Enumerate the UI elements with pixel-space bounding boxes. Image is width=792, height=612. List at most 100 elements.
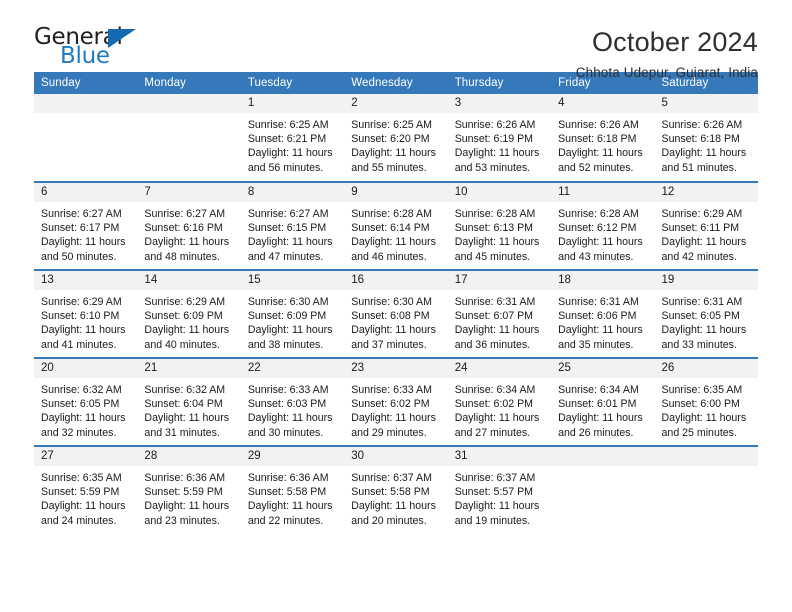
day-details: Sunrise: 6:26 AM Sunset: 6:19 PM Daylight:…	[448, 113, 551, 175]
sunset-text: Sunset: 6:16 PM	[144, 222, 223, 235]
sunset-text: Sunset: 6:19 PM	[454, 133, 534, 146]
calendar-week-row: 27 Sunrise: 6:35 AM Sunset: 5:59 PM Dayligh…	[34, 445, 758, 534]
sunrise-text: Sunrise: 6:28 AM	[558, 208, 639, 220]
sunset-text: Sunset: 6:04 PM	[144, 398, 223, 411]
daylight-text: Daylight: 11 hours and 29 minutes.	[351, 412, 436, 439]
day-details: Sunrise: 6:27 AM Sunset: 6:17 PM Daylight:…	[34, 202, 137, 264]
day-number: 2	[344, 94, 448, 113]
day-details: Sunrise: 6:34 AM Sunset: 6:01 PM Daylight:…	[551, 378, 654, 440]
day-details: Sunrise: 6:37 AM Sunset: 5:57 PM Daylight:…	[448, 466, 551, 528]
calendar-day-cell[interactable]: 13 Sunrise: 6:29 AM Sunset: 6:10 PM Dayligh…	[34, 269, 138, 358]
day-details: Sunrise: 6:31 AM Sunset: 6:06 PM Daylight:…	[551, 290, 654, 352]
day-details: Sunrise: 6:32 AM Sunset: 6:05 PM Daylight:…	[34, 378, 137, 440]
daylight-text: Daylight: 11 hours and 51 minutes.	[661, 147, 747, 174]
logo-text-blue: Blue	[60, 43, 110, 69]
calendar-day-cell[interactable]: 26 Sunrise: 6:35 AM Sunset: 6:00 PM Dayligh…	[654, 357, 758, 446]
day-number: 4	[551, 94, 655, 113]
day-number: 27	[34, 447, 138, 466]
calendar-day-cell[interactable]: 2 Sunrise: 6:25 AM Sunset: 6:20 PM Daylight…	[344, 94, 448, 182]
daylight-text: Daylight: 11 hours and 46 minutes.	[351, 236, 436, 263]
calendar-day-cell[interactable]: 24 Sunrise: 6:34 AM Sunset: 6:02 PM Dayligh…	[447, 357, 552, 446]
calendar-day-cell[interactable]: 7 Sunrise: 6:27 AM Sunset: 6:16 PM Daylight…	[137, 181, 241, 270]
calendar-day-cell[interactable]: 5 Sunrise: 6:26 AM Sunset: 6:18 PM Daylight…	[654, 94, 758, 182]
calendar-day-cell-empty	[551, 445, 655, 534]
calendar-day-cell[interactable]: 4 Sunrise: 6:26 AM Sunset: 6:18 PM Daylight…	[551, 94, 655, 182]
calendar-day-cell[interactable]: 30 Sunrise: 6:37 AM Sunset: 5:58 PM Dayligh…	[344, 445, 448, 534]
title-block: October 2024 Chhota Udepur, Gujarat, Ind…	[576, 26, 758, 82]
day-number: 3	[447, 94, 552, 113]
logo-triangle-icon	[108, 29, 136, 48]
day-number: 5	[654, 94, 758, 113]
sunrise-text: Sunrise: 6:26 AM	[661, 119, 743, 131]
day-details: Sunrise: 6:30 AM Sunset: 6:09 PM Daylight:…	[241, 290, 344, 352]
calendar-day-cell[interactable]: 11 Sunrise: 6:28 AM Sunset: 6:12 PM Dayligh…	[551, 181, 655, 270]
day-number: 10	[447, 183, 552, 202]
general-blue-logo[interactable]: General Blue	[34, 26, 154, 72]
daylight-text: Daylight: 11 hours and 27 minutes.	[454, 412, 540, 439]
calendar-day-cell[interactable]: 14 Sunrise: 6:29 AM Sunset: 6:09 PM Dayligh…	[137, 269, 241, 358]
day-number: 18	[551, 271, 655, 290]
day-number: 8	[240, 183, 345, 202]
daylight-text: Daylight: 11 hours and 36 minutes.	[454, 324, 540, 351]
sunset-text: Sunset: 6:18 PM	[558, 133, 637, 146]
daylight-text: Daylight: 11 hours and 23 minutes.	[144, 500, 230, 527]
sunrise-text: Sunrise: 6:27 AM	[144, 208, 226, 220]
daylight-text: Daylight: 11 hours and 52 minutes.	[558, 147, 643, 174]
calendar-body: 1 Sunrise: 6:25 AM Sunset: 6:21 PM Daylight…	[34, 94, 758, 534]
calendar-day-cell[interactable]: 1 Sunrise: 6:25 AM Sunset: 6:21 PM Daylight…	[240, 94, 345, 182]
calendar-day-cell[interactable]: 9 Sunrise: 6:28 AM Sunset: 6:14 PM Daylight…	[344, 181, 448, 270]
day-details: Sunrise: 6:37 AM Sunset: 5:58 PM Daylight:…	[344, 466, 447, 528]
calendar-day-cell[interactable]: 23 Sunrise: 6:33 AM Sunset: 6:02 PM Dayligh…	[344, 357, 448, 446]
day-details: Sunrise: 6:36 AM Sunset: 5:58 PM Daylight:…	[241, 466, 344, 528]
daylight-text: Daylight: 11 hours and 20 minutes.	[351, 500, 436, 527]
weekday-header-sunday: Sunday	[34, 72, 138, 94]
calendar-day-cell[interactable]: 18 Sunrise: 6:31 AM Sunset: 6:06 PM Dayligh…	[551, 269, 655, 358]
calendar-day-cell[interactable]: 12 Sunrise: 6:29 AM Sunset: 6:11 PM Dayligh…	[654, 181, 758, 270]
day-details: Sunrise: 6:29 AM Sunset: 6:11 PM Daylight:…	[655, 202, 758, 264]
day-details: Sunrise: 6:32 AM Sunset: 6:04 PM Daylight:…	[137, 378, 240, 440]
sunset-text: Sunset: 6:09 PM	[247, 310, 327, 323]
calendar-day-cell[interactable]: 17 Sunrise: 6:31 AM Sunset: 6:07 PM Dayligh…	[447, 269, 552, 358]
daylight-text: Daylight: 11 hours and 38 minutes.	[247, 324, 333, 351]
sunset-text: Sunset: 6:00 PM	[661, 398, 740, 411]
daylight-text: Daylight: 11 hours and 30 minutes.	[247, 412, 333, 439]
sunset-text: Sunset: 5:58 PM	[247, 486, 327, 499]
calendar-day-cell[interactable]: 25 Sunrise: 6:34 AM Sunset: 6:01 PM Dayligh…	[551, 357, 655, 446]
daylight-text: Daylight: 11 hours and 26 minutes.	[558, 412, 643, 439]
day-details: Sunrise: 6:25 AM Sunset: 6:20 PM Daylight:…	[344, 113, 447, 175]
sunset-text: Sunset: 6:03 PM	[247, 398, 327, 411]
calendar-day-cell[interactable]: 16 Sunrise: 6:30 AM Sunset: 6:08 PM Dayligh…	[344, 269, 448, 358]
calendar-day-cell[interactable]: 10 Sunrise: 6:28 AM Sunset: 6:13 PM Dayligh…	[447, 181, 552, 270]
sunset-text: Sunset: 6:11 PM	[661, 222, 740, 235]
sunrise-text: Sunrise: 6:36 AM	[144, 472, 226, 484]
calendar-day-cell[interactable]: 8 Sunrise: 6:27 AM Sunset: 6:15 PM Daylight…	[240, 181, 345, 270]
calendar-day-cell-empty	[137, 94, 241, 182]
calendar-day-cell[interactable]: 15 Sunrise: 6:30 AM Sunset: 6:09 PM Dayligh…	[240, 269, 345, 358]
sunrise-text: Sunrise: 6:37 AM	[454, 472, 536, 484]
day-number	[137, 94, 241, 113]
calendar-day-cell[interactable]: 31 Sunrise: 6:37 AM Sunset: 5:57 PM Dayligh…	[447, 445, 552, 534]
day-number: 16	[344, 271, 448, 290]
calendar-day-cell[interactable]: 3 Sunrise: 6:26 AM Sunset: 6:19 PM Daylight…	[447, 94, 552, 182]
sunrise-text: Sunrise: 6:31 AM	[661, 296, 743, 308]
day-details: Sunrise: 6:27 AM Sunset: 6:16 PM Daylight:…	[137, 202, 240, 264]
calendar-day-cell[interactable]: 22 Sunrise: 6:33 AM Sunset: 6:03 PM Dayligh…	[240, 357, 345, 446]
day-details: Sunrise: 6:33 AM Sunset: 6:03 PM Daylight:…	[241, 378, 344, 440]
sunset-text: Sunset: 6:21 PM	[247, 133, 327, 146]
calendar-day-cell[interactable]: 27 Sunrise: 6:35 AM Sunset: 5:59 PM Dayligh…	[34, 445, 138, 534]
calendar-day-cell[interactable]: 6 Sunrise: 6:27 AM Sunset: 6:17 PM Daylight…	[34, 181, 138, 270]
daylight-text: Daylight: 11 hours and 53 minutes.	[454, 147, 540, 174]
daylight-text: Daylight: 11 hours and 33 minutes.	[661, 324, 747, 351]
calendar-page: General Blue October 2024 Chhota Udepur,…	[0, 0, 792, 612]
day-number: 22	[240, 359, 345, 378]
calendar-day-cell[interactable]: 29 Sunrise: 6:36 AM Sunset: 5:58 PM Dayligh…	[240, 445, 345, 534]
day-details: Sunrise: 6:28 AM Sunset: 6:13 PM Daylight:…	[448, 202, 551, 264]
calendar-day-cell[interactable]: 20 Sunrise: 6:32 AM Sunset: 6:05 PM Dayligh…	[34, 357, 138, 446]
sunrise-text: Sunrise: 6:31 AM	[454, 296, 536, 308]
daylight-text: Daylight: 11 hours and 31 minutes.	[144, 412, 230, 439]
day-details: Sunrise: 6:31 AM Sunset: 6:07 PM Daylight:…	[448, 290, 551, 352]
page-header: General Blue October 2024 Chhota Udepur,…	[34, 0, 758, 81]
calendar-day-cell[interactable]: 19 Sunrise: 6:31 AM Sunset: 6:05 PM Dayligh…	[654, 269, 758, 358]
calendar-day-cell[interactable]: 21 Sunrise: 6:32 AM Sunset: 6:04 PM Dayligh…	[137, 357, 241, 446]
calendar-day-cell[interactable]: 28 Sunrise: 6:36 AM Sunset: 5:59 PM Dayligh…	[137, 445, 241, 534]
